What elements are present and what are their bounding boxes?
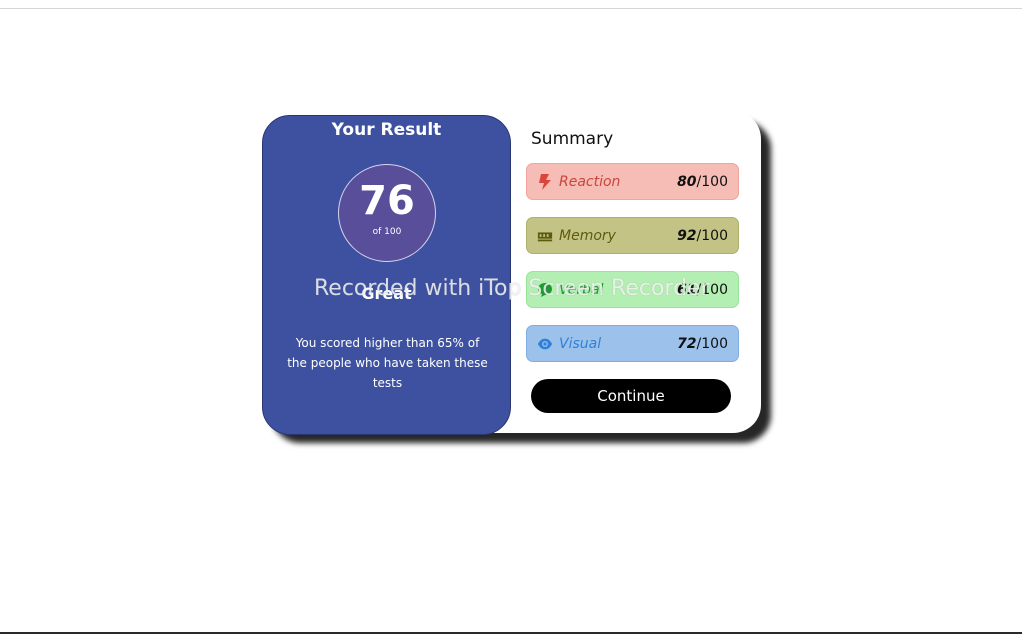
lightning-icon: [537, 173, 553, 190]
eye-icon: [537, 336, 553, 352]
summary-title: Summary: [531, 129, 614, 149]
score-circle: 76 of 100: [338, 164, 436, 262]
chat-icon: [537, 282, 553, 298]
summary-item-memory: Memory 92/100: [526, 217, 739, 254]
summary-item-verbal: Verbal 61/100: [526, 271, 739, 308]
result-panel: Your Result 76 of 100 Great You scored h…: [262, 115, 511, 435]
summary-item-score: 80/100: [677, 173, 728, 190]
result-title: Your Result: [331, 120, 442, 140]
summary-item-label: Visual: [559, 335, 602, 352]
summary-item-score: 61/100: [677, 281, 728, 298]
summary-item-visual: Visual 72/100: [526, 325, 739, 362]
summary-item-label: Memory: [559, 227, 616, 244]
summary-item-score: 72/100: [677, 335, 728, 352]
percentile-text: You scored higher than 65% of the people…: [287, 336, 488, 390]
score-max: of 100: [372, 227, 402, 237]
summary-item-label: Reaction: [559, 173, 621, 190]
bottom-divider: [0, 632, 1022, 634]
summary-item-label: Verbal: [559, 281, 604, 298]
rating-label: Great: [361, 284, 412, 303]
summary-item-score: 92/100: [677, 227, 728, 244]
memory-chip-icon: [537, 228, 553, 244]
summary-item-reaction: Reaction 80/100: [526, 163, 739, 200]
continue-button[interactable]: Continue: [531, 379, 731, 413]
top-divider: [0, 8, 1022, 9]
score-value: 76: [359, 178, 415, 224]
